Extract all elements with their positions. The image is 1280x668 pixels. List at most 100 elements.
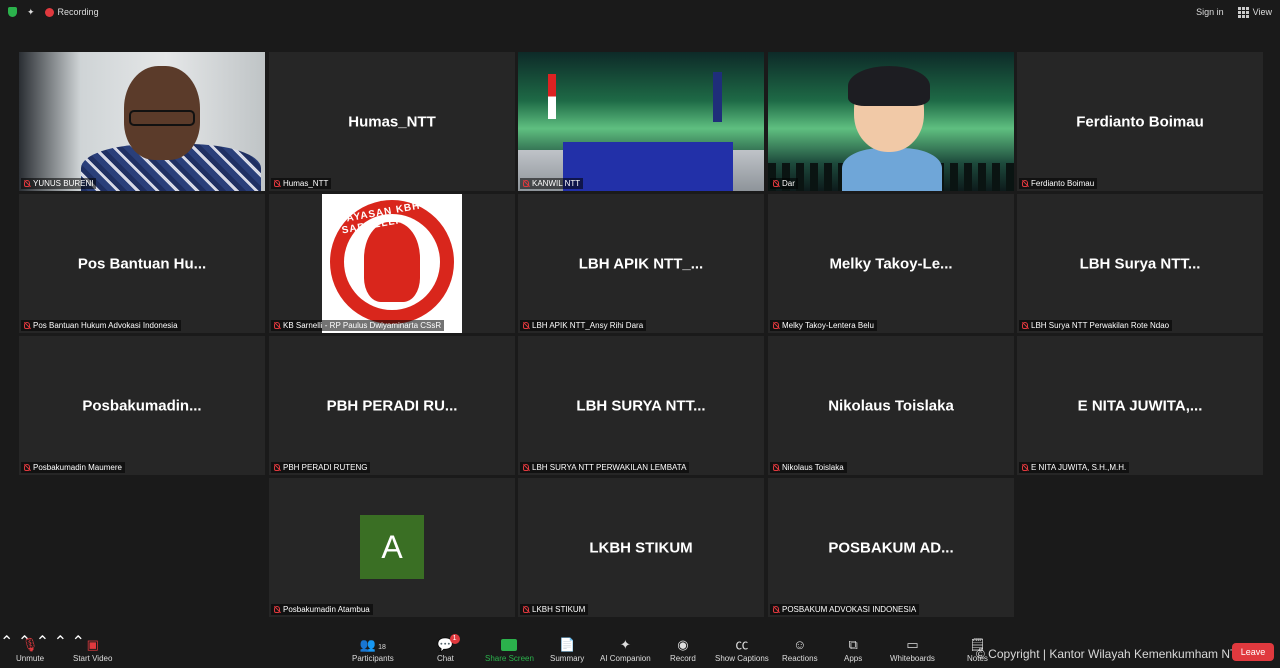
apps-icon: ⧉ bbox=[848, 637, 858, 652]
participant-name-label: Nikolaus Toislaka bbox=[770, 462, 847, 473]
unmute-button[interactable]: 🎙 Unmute bbox=[16, 636, 44, 663]
participant-name-label: Ferdianto Boimau bbox=[1019, 178, 1098, 189]
participant-name-label: Pos Bantuan Hukum Advokasi Indonesia bbox=[21, 320, 181, 331]
participant-name-label: LBH APIK NTT_Ansy Rihi Dara bbox=[520, 320, 647, 331]
video-tile[interactable]: LBH APIK NTT_... LBH APIK NTT_Ansy Rihi … bbox=[518, 194, 764, 333]
participant-name-label: LBH Surya NTT Perwakilan Rote Ndao bbox=[1019, 320, 1173, 331]
grid-view-icon bbox=[1237, 6, 1249, 18]
video-tile[interactable]: Pos Bantuan Hu... Pos Bantuan Hukum Advo… bbox=[19, 194, 265, 333]
video-tile[interactable]: LBH Surya NTT... LBH Surya NTT Perwakila… bbox=[1017, 194, 1263, 333]
muted-mic-icon bbox=[1022, 322, 1028, 329]
whiteboard-icon: ▭ bbox=[906, 637, 919, 652]
participant-name-label: Posbakumadin Atambua bbox=[271, 604, 373, 615]
share-screen-icon bbox=[501, 636, 518, 654]
participant-display-name: Nikolaus Toislaka bbox=[828, 397, 954, 414]
muted-mic-icon bbox=[274, 180, 280, 187]
muted-mic-icon bbox=[274, 464, 280, 471]
muted-mic-icon bbox=[24, 180, 30, 187]
apps-button[interactable]: ⧉ Apps bbox=[844, 636, 862, 663]
video-tile[interactable]: PBH PERADI RU... PBH PERADI RUTENG bbox=[269, 336, 515, 475]
summary-button[interactable]: 📄 Summary bbox=[550, 636, 584, 663]
participant-video bbox=[768, 52, 1014, 191]
copyright-watermark: © Copyright | Kantor Wilayah Kemenkumham… bbox=[976, 647, 1245, 661]
participant-display-name: PBH PERADI RU... bbox=[326, 397, 458, 414]
participant-display-name: Humas_NTT bbox=[348, 113, 436, 130]
whiteboards-button[interactable]: ▭ Whiteboards bbox=[890, 636, 935, 663]
captions-cc-icon: ㏄ bbox=[735, 637, 749, 652]
video-tile[interactable]: Melky Takoy-Le... Melky Takoy-Lentera Be… bbox=[768, 194, 1014, 333]
muted-mic-icon bbox=[523, 464, 529, 471]
kbh-sarnelli-logo: YAYASAN KBH SARNELLI bbox=[322, 194, 462, 333]
participant-display-name: LBH APIK NTT_... bbox=[578, 255, 704, 272]
video-tile[interactable]: LKBH STIKUM LKBH STIKUM bbox=[518, 478, 764, 617]
ai-companion-button[interactable]: ✦ AI Companion bbox=[600, 636, 651, 663]
participant-name-label: KANWIL NTT bbox=[520, 178, 584, 189]
start-video-button[interactable]: ▣ Start Video bbox=[73, 636, 112, 663]
share-screen-button[interactable]: Share Screen bbox=[485, 636, 534, 663]
summary-document-icon: 📄 bbox=[559, 637, 576, 652]
muted-mic-icon bbox=[274, 322, 280, 329]
participant-video bbox=[518, 52, 764, 191]
participant-display-name: POSBAKUM AD... bbox=[828, 539, 954, 556]
video-tile[interactable]: Dar bbox=[768, 52, 1014, 191]
muted-mic-icon bbox=[523, 322, 529, 329]
participant-name-label: LKBH STIKUM bbox=[520, 604, 589, 615]
video-tile[interactable]: Nikolaus Toislaka Nikolaus Toislaka bbox=[768, 336, 1014, 475]
participant-name-label: E NITA JUWITA, S.H.,M.H. bbox=[1019, 462, 1130, 473]
video-tile[interactable]: KANWIL NTT bbox=[518, 52, 764, 191]
chat-button[interactable]: 💬 1 Chat bbox=[437, 634, 460, 663]
video-tile[interactable]: A Posbakumadin Atambua bbox=[269, 478, 515, 617]
chat-bubble-icon: 💬 1 bbox=[437, 634, 460, 654]
leave-button[interactable]: Leave bbox=[1232, 643, 1274, 661]
participant-display-name: E NITA JUWITA,... bbox=[1077, 397, 1203, 414]
muted-mic-icon bbox=[773, 180, 779, 187]
participant-display-name: Pos Bantuan Hu... bbox=[77, 255, 207, 272]
video-tile[interactable]: E NITA JUWITA,... E NITA JUWITA, S.H.,M.… bbox=[1017, 336, 1263, 475]
participant-name-label: Posbakumadin Maumere bbox=[21, 462, 125, 473]
show-captions-button[interactable]: ㏄ Show Captions bbox=[715, 636, 769, 663]
muted-mic-icon bbox=[24, 322, 30, 329]
reactions-button[interactable]: ☺ Reactions bbox=[782, 636, 818, 663]
reactions-emoji-icon: ☺ bbox=[793, 637, 807, 652]
security-shield-icon[interactable] bbox=[8, 7, 17, 17]
participant-display-name: LBH SURYA NTT... bbox=[576, 397, 706, 414]
participant-name-label: KB Sarnelli - RP Paulus Dwiyaminarta CSs… bbox=[271, 320, 445, 331]
participant-name-label: PBH PERADI RUTENG bbox=[271, 462, 371, 473]
view-button[interactable]: View bbox=[1237, 6, 1272, 18]
chat-unread-badge: 1 bbox=[449, 634, 460, 644]
video-off-icon: ▣ bbox=[86, 637, 99, 652]
participant-name-label: POSBAKUM ADVOKASI INDONESIA bbox=[770, 604, 920, 615]
video-tile[interactable]: POSBAKUM AD... POSBAKUM ADVOKASI INDONES… bbox=[768, 478, 1014, 617]
record-icon: ◉ bbox=[677, 637, 689, 652]
video-tile[interactable]: Humas_NTT Humas_NTT bbox=[269, 52, 515, 191]
participant-name-label: LBH SURYA NTT PERWAKILAN LEMBATA bbox=[520, 462, 690, 473]
participants-icon: 👥 18 bbox=[359, 637, 386, 652]
recording-indicator[interactable]: Recording bbox=[44, 7, 99, 17]
video-tile[interactable]: LBH SURYA NTT... LBH SURYA NTT PERWAKILA… bbox=[518, 336, 764, 475]
participant-name-label: Dar bbox=[770, 178, 798, 189]
ai-companion-sparkle-icon: ✦ bbox=[619, 637, 631, 652]
video-tile-active-speaker[interactable]: YUNUS BURENI bbox=[19, 52, 265, 191]
video-tile[interactable]: Posbakumadin... Posbakumadin Maumere bbox=[19, 336, 265, 475]
video-tile[interactable]: YAYASAN KBH SARNELLI KB Sarnelli - RP Pa… bbox=[269, 194, 515, 333]
muted-mic-icon bbox=[1022, 180, 1028, 187]
video-tile[interactable]: Ferdianto Boimau Ferdianto Boimau bbox=[1017, 52, 1263, 191]
ai-sparkle-icon[interactable]: ✦ bbox=[27, 7, 35, 18]
participant-display-name: Ferdianto Boimau bbox=[1076, 113, 1204, 130]
sign-in-link[interactable]: Sign in bbox=[1196, 7, 1224, 17]
participant-name-label: YUNUS BURENI bbox=[21, 178, 97, 189]
participant-video bbox=[19, 52, 265, 191]
participants-count: 18 bbox=[378, 644, 386, 651]
record-button[interactable]: ◉ Record bbox=[670, 636, 696, 663]
muted-mic-icon bbox=[773, 464, 779, 471]
recording-dot-icon bbox=[44, 7, 54, 17]
participant-display-name: LKBH STIKUM bbox=[589, 539, 693, 556]
muted-mic-icon bbox=[773, 606, 779, 613]
audio-options-chevron-icon[interactable]: ⌃ bbox=[0, 634, 13, 651]
muted-microphone-icon: 🎙 bbox=[21, 637, 39, 652]
participants-button[interactable]: 👥 18 Participants bbox=[352, 636, 394, 663]
chat-options-chevron-icon[interactable]: ⌃ bbox=[54, 634, 67, 651]
muted-mic-icon bbox=[523, 180, 529, 187]
participant-initial-avatar: A bbox=[360, 515, 424, 579]
participant-display-name: LBH Surya NTT... bbox=[1079, 255, 1201, 272]
